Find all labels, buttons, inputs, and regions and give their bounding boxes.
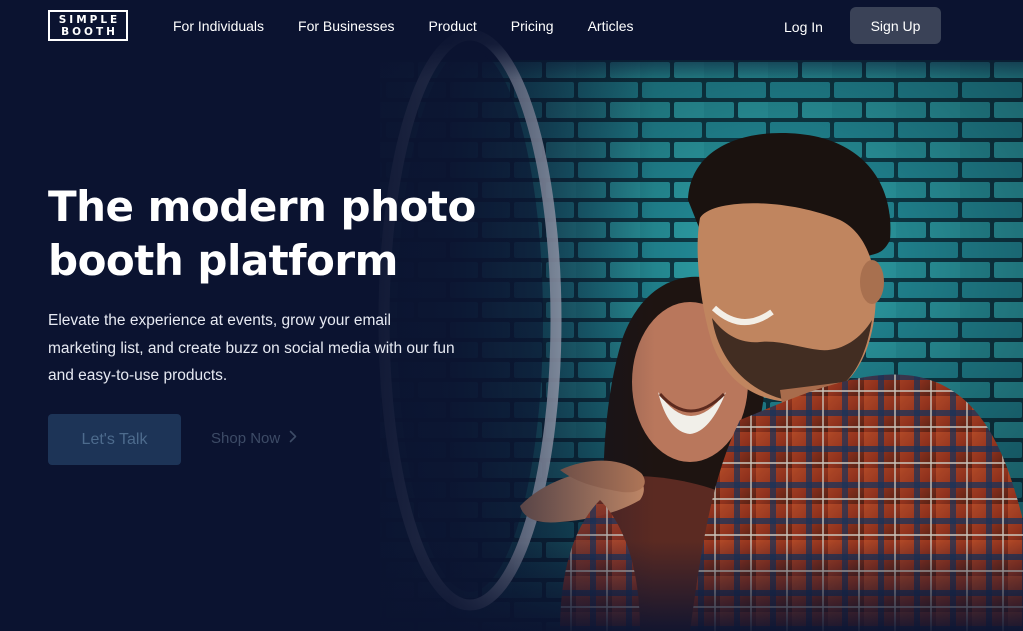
- shop-now-link[interactable]: Shop Now: [211, 430, 297, 447]
- simple-booth-logo[interactable]: SIMPLE BOOTH: [48, 10, 128, 41]
- login-link[interactable]: Log In: [784, 19, 823, 35]
- chevron-right-icon: [289, 430, 297, 447]
- logo-line-1: SIMPLE: [58, 13, 121, 26]
- lets-talk-button[interactable]: Let's Talk: [48, 414, 181, 465]
- top-navbar: SIMPLE BOOTH For Individuals For Busines…: [0, 0, 1023, 54]
- nav-link-product[interactable]: Product: [429, 18, 477, 34]
- nav-link-for-businesses[interactable]: For Businesses: [298, 18, 394, 34]
- logo-line-2: BOOTH: [61, 25, 118, 38]
- signup-button[interactable]: Sign Up: [850, 7, 941, 44]
- primary-nav: For Individuals For Businesses Product P…: [173, 18, 667, 34]
- nav-link-for-individuals[interactable]: For Individuals: [173, 18, 264, 34]
- hero-title: The modern photo booth platform: [48, 182, 476, 285]
- nav-link-pricing[interactable]: Pricing: [511, 18, 554, 34]
- shop-now-label: Shop Now: [211, 430, 281, 447]
- hero-subtitle: Elevate the experience at events, grow y…: [48, 312, 455, 384]
- nav-link-articles[interactable]: Articles: [588, 18, 634, 34]
